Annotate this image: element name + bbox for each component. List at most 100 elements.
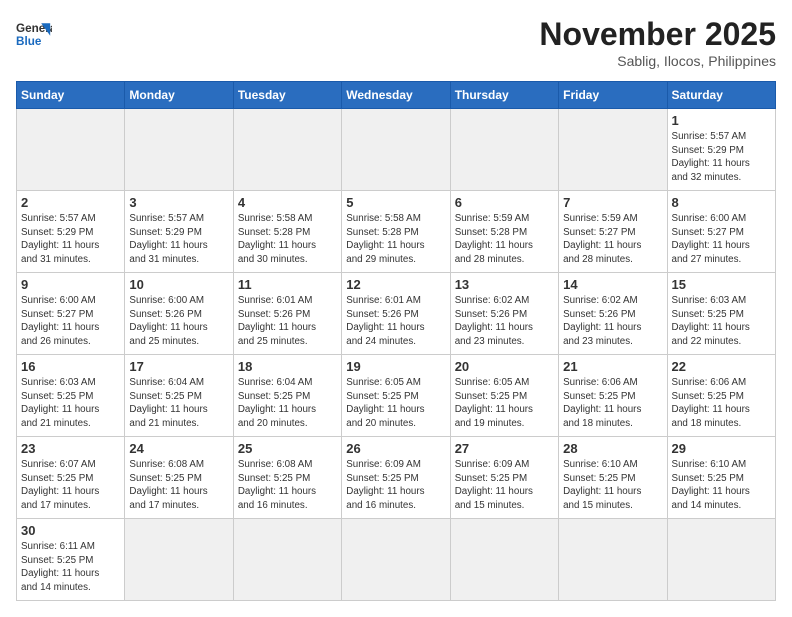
weekday-header-wednesday: Wednesday bbox=[342, 82, 450, 109]
calendar-cell: 24Sunrise: 6:08 AM Sunset: 5:25 PM Dayli… bbox=[125, 437, 233, 519]
calendar-cell: 23Sunrise: 6:07 AM Sunset: 5:25 PM Dayli… bbox=[17, 437, 125, 519]
day-info: Sunrise: 6:10 AM Sunset: 5:25 PM Dayligh… bbox=[672, 458, 771, 513]
day-info: Sunrise: 5:57 AM Sunset: 5:29 PM Dayligh… bbox=[129, 212, 228, 267]
calendar-cell bbox=[559, 519, 667, 601]
calendar-cell: 17Sunrise: 6:04 AM Sunset: 5:25 PM Dayli… bbox=[125, 355, 233, 437]
day-info: Sunrise: 6:00 AM Sunset: 5:26 PM Dayligh… bbox=[129, 294, 228, 349]
day-info: Sunrise: 6:03 AM Sunset: 5:25 PM Dayligh… bbox=[21, 376, 120, 431]
day-number: 1 bbox=[672, 113, 771, 128]
day-info: Sunrise: 6:04 AM Sunset: 5:25 PM Dayligh… bbox=[129, 376, 228, 431]
day-number: 11 bbox=[238, 277, 337, 292]
day-info: Sunrise: 6:06 AM Sunset: 5:25 PM Dayligh… bbox=[672, 376, 771, 431]
day-number: 5 bbox=[346, 195, 445, 210]
day-number: 14 bbox=[563, 277, 662, 292]
calendar-table: SundayMondayTuesdayWednesdayThursdayFrid… bbox=[16, 81, 776, 601]
calendar-cell: 30 Sunrise: 6:11 AM Sunset: 5:25 PM Dayli… bbox=[17, 519, 125, 601]
weekday-header-friday: Friday bbox=[559, 82, 667, 109]
calendar-cell: 12Sunrise: 6:01 AM Sunset: 5:26 PM Dayli… bbox=[342, 273, 450, 355]
day-info: Sunrise: 5:59 AM Sunset: 5:27 PM Dayligh… bbox=[563, 212, 662, 267]
day-number: 2 bbox=[21, 195, 120, 210]
calendar-cell: 6Sunrise: 5:59 AM Sunset: 5:28 PM Daylig… bbox=[450, 191, 558, 273]
weekday-header-monday: Monday bbox=[125, 82, 233, 109]
calendar-cell: 19 Sunrise: 6:05 AM Sunset: 5:25 PM Dayli… bbox=[342, 355, 450, 437]
day-info: Sunrise: 6:03 AM Sunset: 5:25 PM Dayligh… bbox=[672, 294, 771, 349]
calendar-cell: 7 Sunrise: 5:59 AM Sunset: 5:27 PM Daylig… bbox=[559, 191, 667, 273]
month-title: November 2025 bbox=[539, 16, 776, 53]
calendar-cell: 21Sunrise: 6:06 AM Sunset: 5:25 PM Dayli… bbox=[559, 355, 667, 437]
day-info: Sunrise: 6:09 AM Sunset: 5:25 PM Dayligh… bbox=[346, 458, 445, 513]
day-number: 8 bbox=[672, 195, 771, 210]
day-info: Sunrise: 5:58 AM Sunset: 5:28 PM Dayligh… bbox=[238, 212, 337, 267]
day-number: 29 bbox=[672, 441, 771, 456]
calendar-cell: 18 Sunrise: 6:04 AM Sunset: 5:25 PM Dayli… bbox=[233, 355, 341, 437]
weekday-header-thursday: Thursday bbox=[450, 82, 558, 109]
day-number: 20 bbox=[455, 359, 554, 374]
day-number: 15 bbox=[672, 277, 771, 292]
day-info: Sunrise: 6:08 AM Sunset: 5:25 PM Dayligh… bbox=[238, 458, 337, 513]
calendar-cell: 28 Sunrise: 6:10 AM Sunset: 5:25 PM Dayli… bbox=[559, 437, 667, 519]
calendar-cell bbox=[559, 109, 667, 191]
calendar-cell: 10Sunrise: 6:00 AM Sunset: 5:26 PM Dayli… bbox=[125, 273, 233, 355]
calendar-week-6: 30 Sunrise: 6:11 AM Sunset: 5:25 PM Dayli… bbox=[17, 519, 776, 601]
calendar-week-3: 9Sunrise: 6:00 AM Sunset: 5:27 PM Daylig… bbox=[17, 273, 776, 355]
calendar-week-4: 16Sunrise: 6:03 AM Sunset: 5:25 PM Dayli… bbox=[17, 355, 776, 437]
day-number: 18 bbox=[238, 359, 337, 374]
day-number: 4 bbox=[238, 195, 337, 210]
calendar-cell: 20 Sunrise: 6:05 AM Sunset: 5:25 PM Dayli… bbox=[450, 355, 558, 437]
day-number: 7 bbox=[563, 195, 662, 210]
calendar-cell bbox=[450, 519, 558, 601]
day-info: Sunrise: 5:59 AM Sunset: 5:28 PM Dayligh… bbox=[455, 212, 554, 267]
calendar-cell bbox=[450, 109, 558, 191]
calendar-cell: 22 Sunrise: 6:06 AM Sunset: 5:25 PM Dayli… bbox=[667, 355, 775, 437]
day-info: Sunrise: 6:08 AM Sunset: 5:25 PM Dayligh… bbox=[129, 458, 228, 513]
calendar-cell: 27 Sunrise: 6:09 AM Sunset: 5:25 PM Dayli… bbox=[450, 437, 558, 519]
calendar-cell bbox=[342, 519, 450, 601]
calendar-cell: 5 Sunrise: 5:58 AM Sunset: 5:28 PM Daylig… bbox=[342, 191, 450, 273]
calendar-cell: 13 Sunrise: 6:02 AM Sunset: 5:26 PM Dayli… bbox=[450, 273, 558, 355]
calendar-cell: 11 Sunrise: 6:01 AM Sunset: 5:26 PM Dayli… bbox=[233, 273, 341, 355]
day-number: 25 bbox=[238, 441, 337, 456]
day-number: 28 bbox=[563, 441, 662, 456]
calendar-cell bbox=[125, 109, 233, 191]
page-header: General Blue November 2025 Sablig, Iloco… bbox=[16, 16, 776, 69]
weekday-header-row: SundayMondayTuesdayWednesdayThursdayFrid… bbox=[17, 82, 776, 109]
day-number: 3 bbox=[129, 195, 228, 210]
calendar-cell: 16Sunrise: 6:03 AM Sunset: 5:25 PM Dayli… bbox=[17, 355, 125, 437]
day-info: Sunrise: 6:05 AM Sunset: 5:25 PM Dayligh… bbox=[455, 376, 554, 431]
day-info: Sunrise: 6:06 AM Sunset: 5:25 PM Dayligh… bbox=[563, 376, 662, 431]
location: Sablig, Ilocos, Philippines bbox=[539, 53, 776, 69]
day-number: 26 bbox=[346, 441, 445, 456]
day-info: Sunrise: 5:57 AM Sunset: 5:29 PM Dayligh… bbox=[672, 130, 771, 185]
weekday-header-saturday: Saturday bbox=[667, 82, 775, 109]
weekday-header-tuesday: Tuesday bbox=[233, 82, 341, 109]
day-info: Sunrise: 6:11 AM Sunset: 5:25 PM Dayligh… bbox=[21, 540, 120, 595]
calendar-week-1: 1 Sunrise: 5:57 AM Sunset: 5:29 PM Daylig… bbox=[17, 109, 776, 191]
day-number: 22 bbox=[672, 359, 771, 374]
calendar-cell bbox=[125, 519, 233, 601]
calendar-cell: 14 Sunrise: 6:02 AM Sunset: 5:26 PM Dayli… bbox=[559, 273, 667, 355]
day-info: Sunrise: 6:05 AM Sunset: 5:25 PM Dayligh… bbox=[346, 376, 445, 431]
day-number: 12 bbox=[346, 277, 445, 292]
day-number: 27 bbox=[455, 441, 554, 456]
day-info: Sunrise: 6:04 AM Sunset: 5:25 PM Dayligh… bbox=[238, 376, 337, 431]
calendar-cell: 29 Sunrise: 6:10 AM Sunset: 5:25 PM Dayli… bbox=[667, 437, 775, 519]
day-number: 30 bbox=[21, 523, 120, 538]
day-number: 13 bbox=[455, 277, 554, 292]
day-info: Sunrise: 6:00 AM Sunset: 5:27 PM Dayligh… bbox=[21, 294, 120, 349]
calendar-cell: 9Sunrise: 6:00 AM Sunset: 5:27 PM Daylig… bbox=[17, 273, 125, 355]
calendar-cell: 4 Sunrise: 5:58 AM Sunset: 5:28 PM Daylig… bbox=[233, 191, 341, 273]
day-info: Sunrise: 6:09 AM Sunset: 5:25 PM Dayligh… bbox=[455, 458, 554, 513]
calendar-cell: 15 Sunrise: 6:03 AM Sunset: 5:25 PM Dayli… bbox=[667, 273, 775, 355]
calendar-cell: 26 Sunrise: 6:09 AM Sunset: 5:25 PM Dayli… bbox=[342, 437, 450, 519]
day-number: 23 bbox=[21, 441, 120, 456]
title-block: November 2025 Sablig, Ilocos, Philippine… bbox=[539, 16, 776, 69]
day-number: 19 bbox=[346, 359, 445, 374]
day-info: Sunrise: 6:02 AM Sunset: 5:26 PM Dayligh… bbox=[455, 294, 554, 349]
day-info: Sunrise: 6:02 AM Sunset: 5:26 PM Dayligh… bbox=[563, 294, 662, 349]
day-info: Sunrise: 6:01 AM Sunset: 5:26 PM Dayligh… bbox=[238, 294, 337, 349]
day-info: Sunrise: 5:58 AM Sunset: 5:28 PM Dayligh… bbox=[346, 212, 445, 267]
calendar-cell: 3 Sunrise: 5:57 AM Sunset: 5:29 PM Daylig… bbox=[125, 191, 233, 273]
day-info: Sunrise: 6:10 AM Sunset: 5:25 PM Dayligh… bbox=[563, 458, 662, 513]
calendar-cell: 8Sunrise: 6:00 AM Sunset: 5:27 PM Daylig… bbox=[667, 191, 775, 273]
calendar-week-2: 2 Sunrise: 5:57 AM Sunset: 5:29 PM Daylig… bbox=[17, 191, 776, 273]
